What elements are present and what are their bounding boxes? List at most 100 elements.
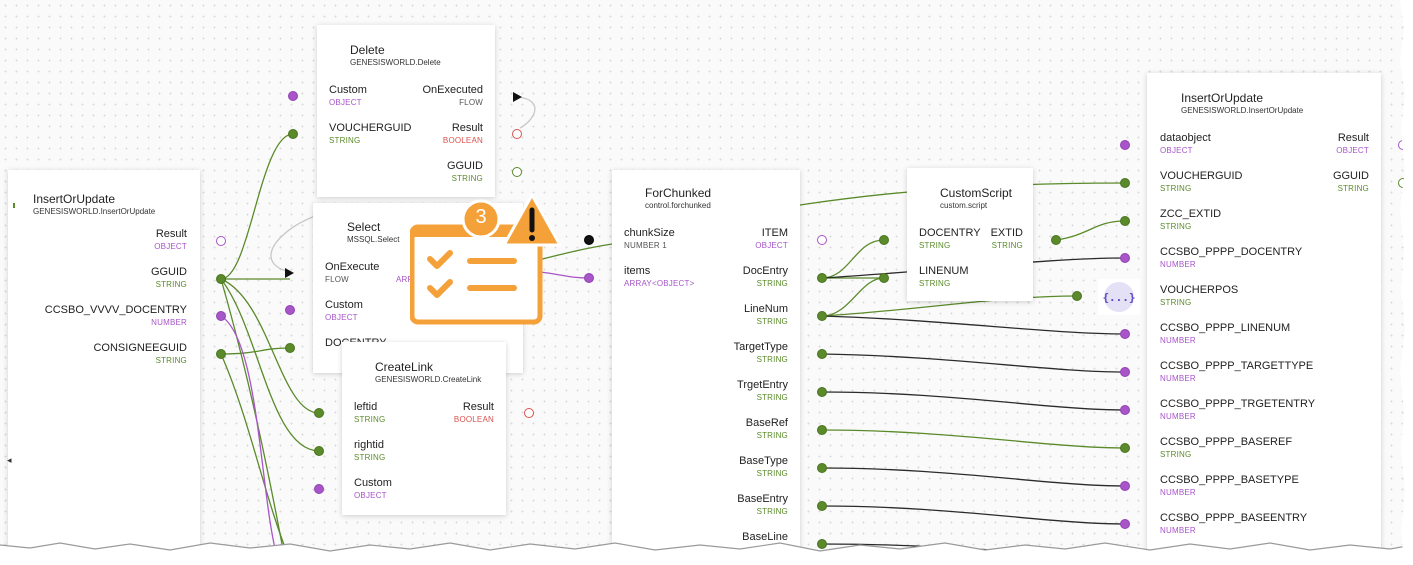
port-label: ZCC_EXTID [1160, 208, 1222, 220]
wire [220, 278, 320, 452]
port-type: STRING [919, 241, 951, 250]
flow-canvas[interactable]: InsertOrUpdate GENESISWORLD.InsertOrUpda… [0, 0, 1413, 565]
node-subtitle: control.forchunked [645, 201, 711, 210]
output-port-basetype[interactable] [817, 463, 827, 473]
input-port-voucherguid[interactable] [1120, 178, 1130, 188]
warning-badge[interactable]: 3 [409, 185, 570, 325]
port-label: dataobject [1160, 132, 1211, 144]
port-label: leftid [354, 401, 378, 413]
output-port-extid[interactable] [1051, 235, 1061, 245]
port-type: FLOW [459, 98, 483, 107]
output-port-linenum[interactable] [817, 311, 827, 321]
output-port-trgetentry[interactable] [817, 387, 827, 397]
output-port-gguid[interactable] [1398, 178, 1408, 188]
node-createlink[interactable]: CreateLink GENESISWORLD.CreateLink lefti… [342, 342, 506, 515]
node-subtitle: custom.script [940, 201, 988, 210]
output-port-targettype[interactable] [817, 349, 827, 359]
port-label: Custom [329, 84, 367, 96]
output-port-result[interactable] [1398, 140, 1408, 150]
node-customscript[interactable]: CustomScript custom.script DOCENTRY STRI… [907, 168, 1033, 301]
output-port-docentry[interactable] [216, 311, 226, 321]
port-label: BaseEntry [737, 493, 788, 505]
flow-input-arrow-icon[interactable] [285, 268, 294, 278]
wire [1055, 220, 1126, 241]
input-port-dataobject[interactable] [1120, 140, 1130, 150]
wire [821, 505, 1126, 525]
node-title: Select [347, 220, 381, 234]
port-label: CCSBO_PPPP_BASEENTRY [1160, 512, 1308, 524]
port-label: OnExecute [325, 261, 380, 273]
port-type: STRING [155, 280, 187, 289]
input-port-basetype[interactable] [1120, 481, 1130, 491]
port-type: STRING [354, 415, 386, 424]
input-port-docentry[interactable] [1120, 253, 1130, 263]
port-type: STRING [1160, 450, 1192, 459]
output-port-item[interactable] [817, 235, 827, 245]
node-delete[interactable]: Delete GENESISWORLD.Delete Custom OBJECT… [317, 25, 495, 197]
input-port-zcc-extid[interactable] [1120, 216, 1130, 226]
node-forchunked[interactable]: ForChunked control.forchunked chunkSize … [612, 170, 800, 565]
port-type: STRING [756, 469, 788, 478]
output-port-result[interactable] [512, 129, 522, 139]
port-label: CCSBO_PPPP_BASEREF [1160, 436, 1293, 448]
input-port-rightid[interactable] [314, 446, 324, 456]
node-subtitle: GENESISWORLD.CreateLink [375, 375, 482, 384]
wire [821, 277, 885, 317]
wire [821, 429, 1126, 449]
output-port-baseref[interactable] [817, 425, 827, 435]
output-port-docentry[interactable] [817, 273, 827, 283]
node-insertorupdate-target[interactable]: InsertOrUpdate GENESISWORLD.InsertOrUpda… [1147, 73, 1381, 565]
input-port-voucherguid[interactable] [288, 129, 298, 139]
port-type: OBJECT [755, 241, 788, 250]
port-label: BaseRef [745, 417, 788, 429]
output-port-consigneeguid[interactable] [216, 349, 226, 359]
input-port-docentry[interactable] [879, 235, 889, 245]
script-badge[interactable]: {...} [1098, 279, 1140, 315]
input-port-custom[interactable] [285, 305, 295, 315]
input-port-linenum[interactable] [1120, 329, 1130, 339]
output-port-baseentry[interactable] [817, 501, 827, 511]
node-marker [13, 203, 15, 208]
node-title: CustomScript [940, 186, 1013, 200]
node-subtitle: MSSQL.Select [347, 235, 400, 244]
output-port-array[interactable] [584, 273, 594, 283]
port-type: STRING [919, 279, 951, 288]
port-type: NUMBER [1160, 336, 1196, 345]
input-port-trgetentry[interactable] [1120, 405, 1130, 415]
wire [220, 353, 291, 561]
collapse-handle-icon[interactable]: ◂ [7, 455, 12, 466]
output-port-result[interactable] [524, 408, 534, 418]
input-port-baseentry[interactable] [1120, 519, 1130, 529]
port-type: OBJECT [325, 313, 358, 322]
port-label: OnExecuted [422, 84, 483, 96]
port-type: NUMBER [1160, 412, 1196, 421]
port-label: Result [1337, 132, 1369, 144]
wire-junction[interactable] [1072, 291, 1082, 301]
flow-output-port[interactable] [584, 235, 594, 245]
output-port-result[interactable] [216, 236, 226, 246]
input-port-docentry[interactable] [285, 343, 295, 353]
port-type: BOOLEAN [453, 415, 494, 424]
input-port-leftid[interactable] [314, 408, 324, 418]
input-port-baseref[interactable] [1120, 443, 1130, 453]
output-port-baseline[interactable] [817, 539, 827, 549]
input-port-custom[interactable] [314, 484, 324, 494]
port-label: GGUID [1332, 170, 1369, 182]
port-type: STRING [1337, 184, 1369, 193]
port-label: CCSBO_PPPP_TRGETENTRY [1160, 398, 1316, 410]
node-insertorupdate-source[interactable]: InsertOrUpdate GENESISWORLD.InsertOrUpda… [8, 170, 200, 565]
port-type: STRING [155, 356, 187, 365]
port-type: STRING [1160, 184, 1192, 193]
flow-output-arrow-icon[interactable] [513, 92, 522, 102]
node-title: ForChunked [645, 186, 712, 200]
wire [220, 133, 294, 280]
input-port-custom[interactable] [288, 91, 298, 101]
input-port-targettype[interactable] [1120, 367, 1130, 377]
output-port-gguid[interactable] [512, 167, 522, 177]
port-type: ARRAY<OBJECT> [624, 279, 695, 288]
output-port-gguid[interactable] [216, 274, 226, 284]
port-label: DOCENTRY [919, 227, 981, 239]
warning-count: 3 [475, 206, 487, 228]
port-label: rightid [354, 439, 384, 451]
input-port-linenum[interactable] [879, 273, 889, 283]
